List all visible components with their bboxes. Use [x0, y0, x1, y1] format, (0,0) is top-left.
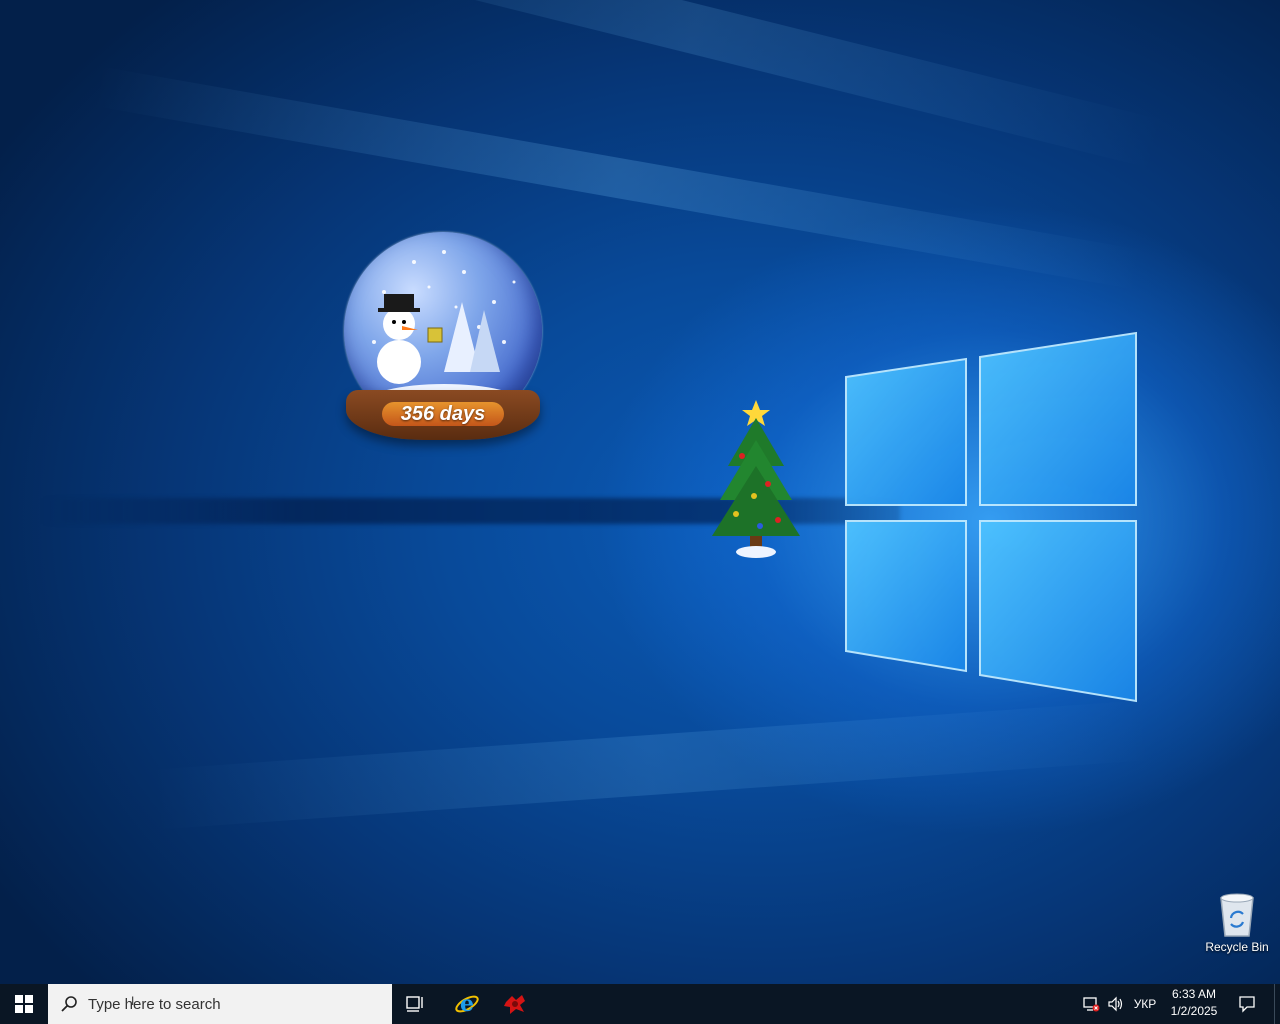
recycle-bin-label: Recycle Bin	[1205, 940, 1269, 954]
input-language-indicator[interactable]: УКР	[1128, 984, 1162, 1024]
taskbar-clock[interactable]: 6:33 AM 1/2/2025	[1162, 986, 1226, 1020]
recycle-bin-desktop-icon[interactable]: Recycle Bin	[1200, 886, 1274, 962]
clock-time: 6:33 AM	[1171, 987, 1217, 1001]
taskbar-search-box[interactable]: Type here to search	[48, 984, 392, 1024]
light-beam	[150, 700, 1153, 830]
start-button[interactable]	[0, 984, 48, 1024]
task-view-icon	[406, 996, 423, 1012]
red-app-button[interactable]	[491, 984, 539, 1024]
action-center-button[interactable]	[1232, 984, 1262, 1024]
network-disconnected-icon	[1083, 997, 1100, 1012]
text-cursor-icon: I	[131, 994, 135, 1008]
internet-explorer-icon: e	[455, 991, 479, 1017]
search-icon	[61, 996, 77, 1012]
network-tray-button[interactable]	[1078, 984, 1104, 1024]
desktop-background[interactable]: 356 days Recycle Bin	[0, 0, 1280, 984]
svg-text:e: e	[460, 991, 474, 1017]
days-counter: 356 days	[382, 402, 504, 426]
action-center-icon	[1239, 996, 1255, 1013]
christmas-tree-gadget[interactable]	[708, 396, 804, 562]
internet-explorer-button[interactable]: e	[443, 984, 491, 1024]
red-app-icon	[504, 995, 525, 1014]
volume-tray-button[interactable]	[1104, 984, 1128, 1024]
show-desktop-button[interactable]	[1274, 984, 1280, 1024]
windows-logo-wallpaper	[840, 325, 1140, 705]
search-placeholder: Type here to search	[88, 995, 221, 1013]
clock-date: 1/2/2025	[1170, 1004, 1218, 1018]
snow-globe-gadget[interactable]: 356 days	[338, 232, 548, 452]
recycle-bin-icon	[1220, 893, 1254, 937]
speaker-icon	[1108, 996, 1123, 1012]
task-view-button[interactable]	[392, 984, 440, 1024]
windows-logo-icon	[15, 995, 33, 1013]
taskbar: Type here to search e УКР 6:33 AM 1/2/20…	[0, 984, 1280, 1024]
